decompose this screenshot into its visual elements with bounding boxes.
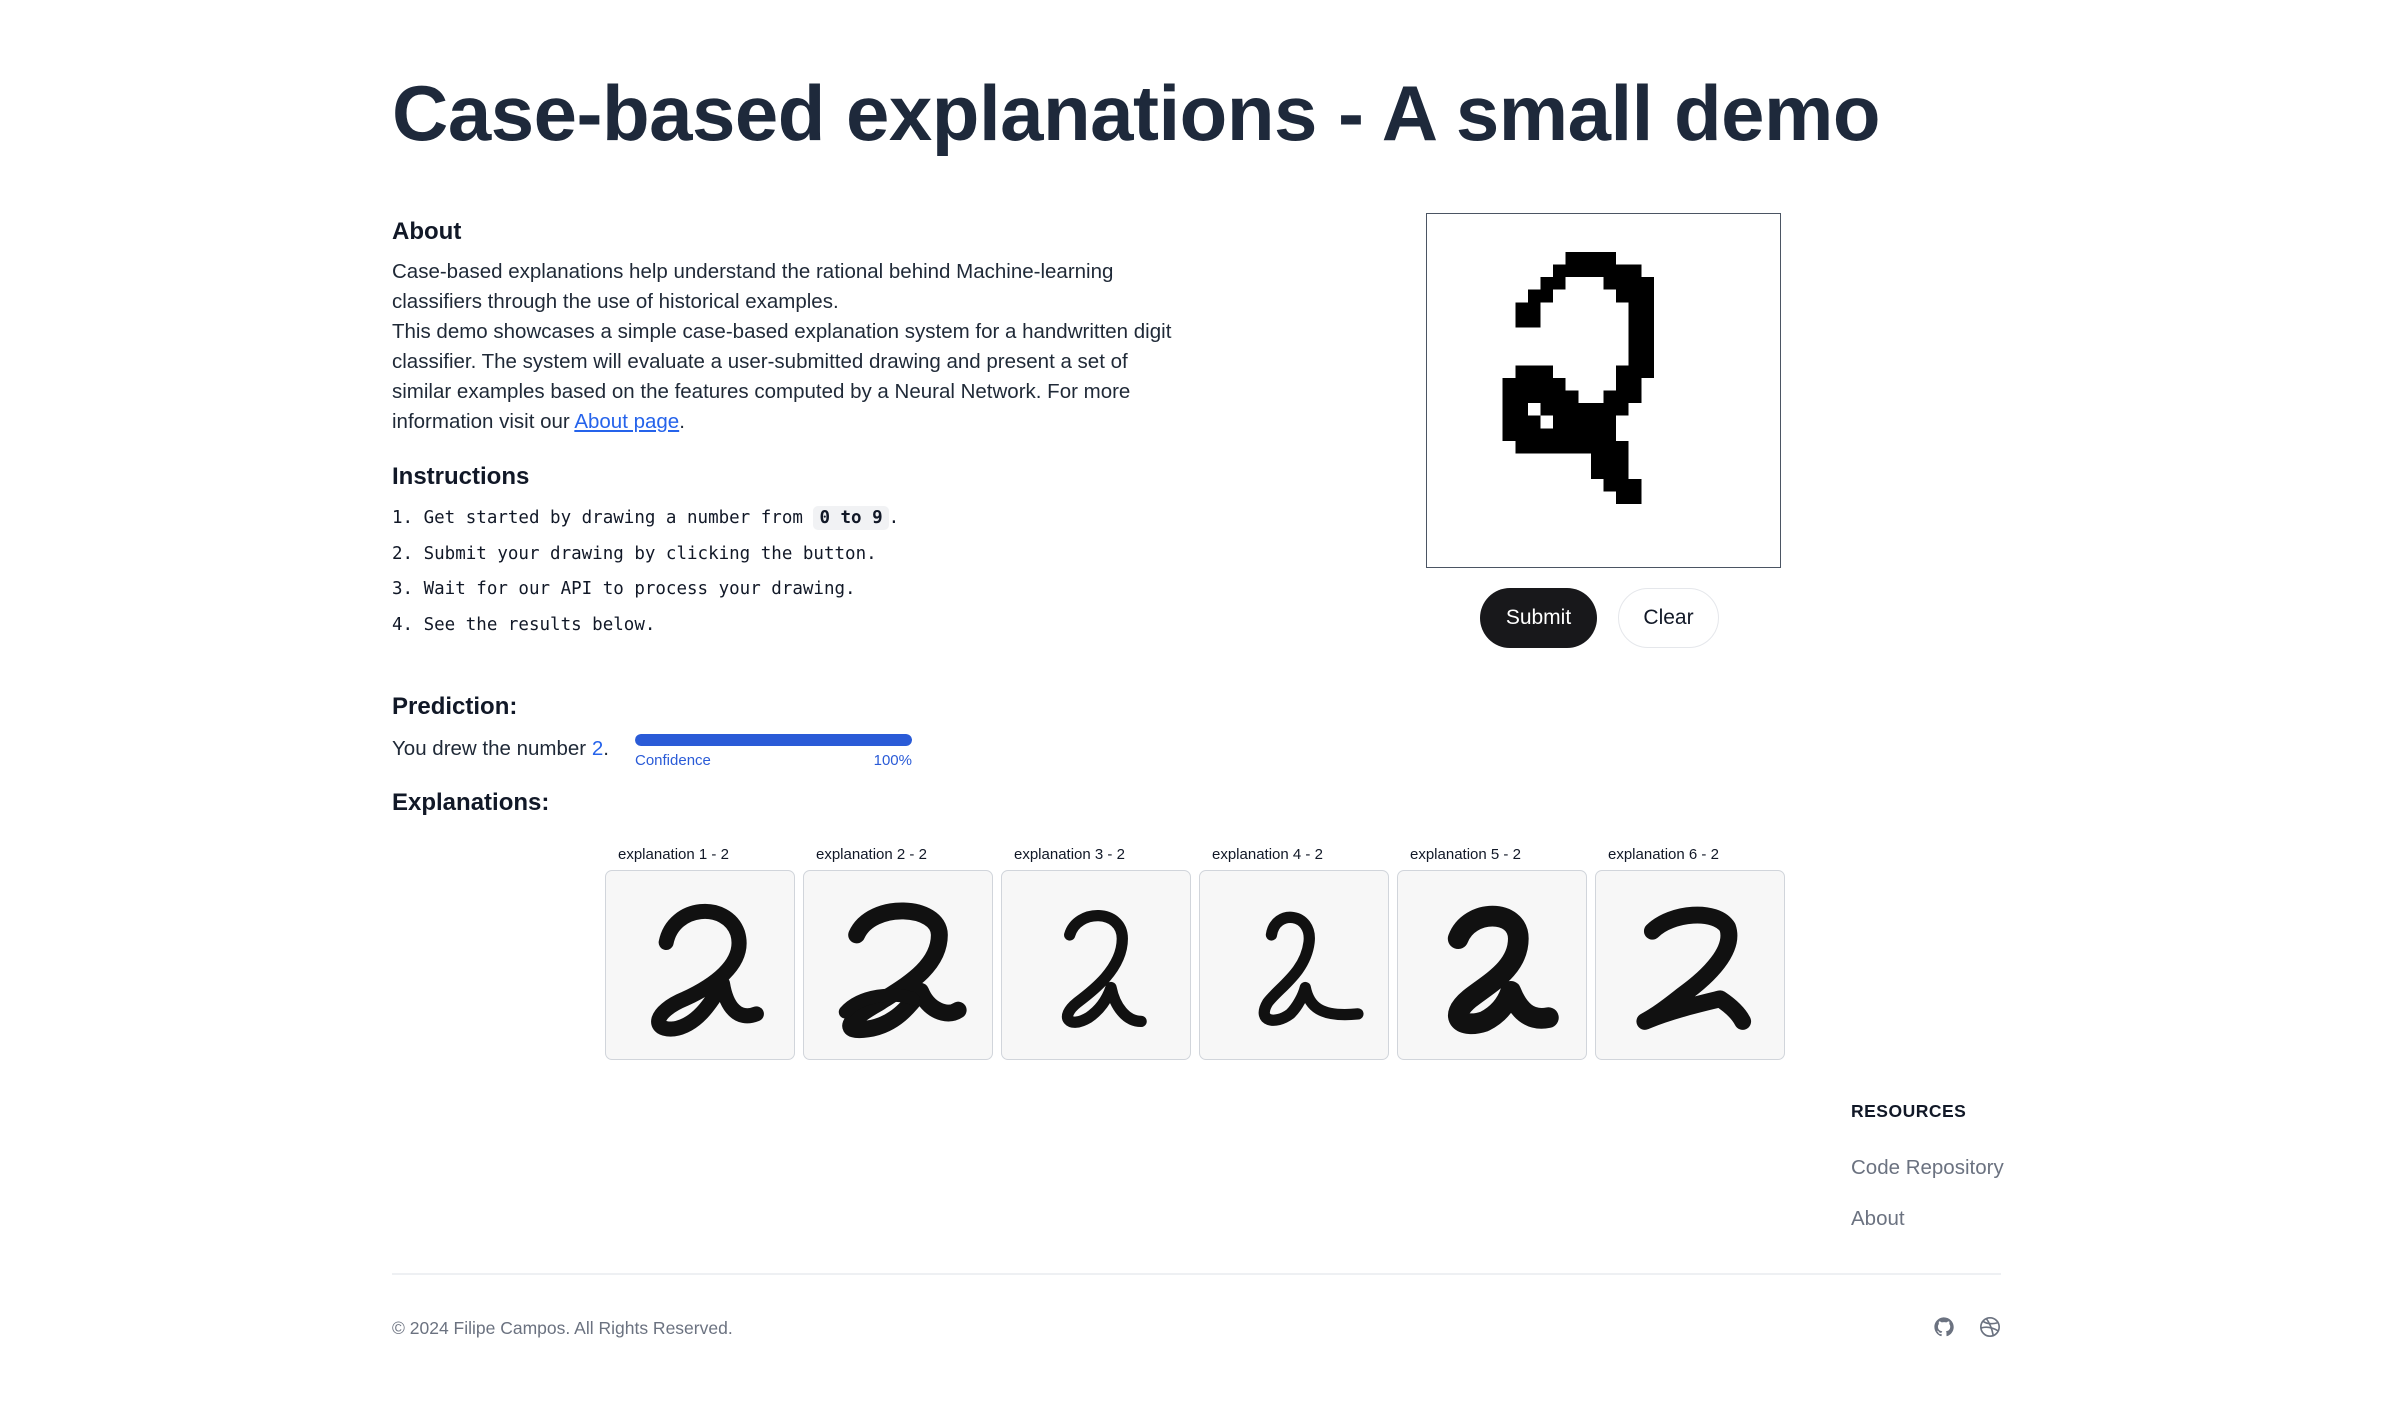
- prediction-text-prefix: You drew the number: [392, 737, 592, 760]
- explanation-label: explanation 3 - 2: [1014, 846, 1125, 863]
- instruction-step-1-text: 1. Get started by drawing a number from: [392, 508, 814, 528]
- about-page-link[interactable]: About page: [574, 410, 679, 433]
- explanation-image: [803, 870, 993, 1060]
- instruction-step-4: 4. See the results below.: [392, 614, 656, 635]
- prediction-heading: Prediction:: [392, 693, 518, 720]
- about-link[interactable]: About: [1851, 1207, 1905, 1231]
- instruction-step-2: 2. Submit your drawing by clicking the b…: [392, 543, 877, 564]
- explanation-image: [1001, 870, 1191, 1060]
- explanation-card-3: explanation 3 - 2: [1001, 845, 1191, 1060]
- explanation-card-5: explanation 5 - 2: [1397, 845, 1587, 1060]
- about-description: Case-based explanations help understand …: [392, 257, 1192, 437]
- explanation-label: explanation 1 - 2: [618, 846, 729, 863]
- instructions-heading: Instructions: [392, 463, 530, 490]
- explanation-card-4: explanation 4 - 2: [1199, 845, 1389, 1060]
- about-heading: About: [392, 218, 462, 245]
- clear-button[interactable]: Clear: [1618, 588, 1719, 648]
- copyright-text: © 2024 Filipe Campos. All Rights Reserve…: [392, 1318, 733, 1338]
- explanation-label: explanation 6 - 2: [1608, 846, 1719, 863]
- confidence-bar-fill: [635, 734, 912, 746]
- about-paragraph-2-end: .: [679, 410, 685, 433]
- explanation-label: explanation 4 - 2: [1212, 846, 1323, 863]
- explanation-label: explanation 2 - 2: [816, 846, 927, 863]
- explanation-label: explanation 5 - 2: [1410, 846, 1521, 863]
- instructions-list: 1. Get started by drawing a number from …: [392, 504, 899, 646]
- github-icon[interactable]: [1933, 1316, 1955, 1338]
- confidence-label: Confidence: [635, 752, 711, 769]
- page-title: Case-based explanations - A small demo: [392, 69, 1881, 157]
- explanation-card-6: explanation 6 - 2: [1595, 845, 1785, 1060]
- instruction-step-1-end: .: [888, 508, 900, 528]
- explanation-card-1: explanation 1 - 2: [605, 845, 795, 1060]
- explanations-heading: Explanations:: [392, 789, 550, 816]
- dribbble-icon[interactable]: [1979, 1316, 2001, 1338]
- submit-button[interactable]: Submit: [1480, 588, 1597, 648]
- predicted-number: 2: [591, 737, 604, 760]
- drawing-canvas[interactable]: [1426, 213, 1781, 568]
- drawn-digit-pixels: [1502, 251, 1654, 504]
- footer-divider: [392, 1273, 2001, 1275]
- explanation-image: [1397, 870, 1587, 1060]
- explanation-image: [1199, 870, 1389, 1060]
- confidence-percent: 100%: [873, 752, 912, 769]
- explanation-image: [1595, 870, 1785, 1060]
- confidence-bar: [635, 734, 912, 746]
- instruction-step-1: 1. Get started by drawing a number from …: [392, 504, 899, 540]
- explanation-card-2: explanation 2 - 2: [803, 845, 993, 1060]
- prediction-text-suffix: .: [603, 737, 609, 760]
- code-repository-link[interactable]: Code Repository: [1851, 1156, 2004, 1180]
- about-paragraph-2: This demo showcases a simple case-based …: [392, 320, 1172, 433]
- prediction-text: You drew the number 2.: [392, 737, 609, 761]
- instruction-step-3: 3. Wait for our API to process your draw…: [392, 579, 856, 599]
- explanation-image: [605, 870, 795, 1060]
- resources-heading: RESOURCES: [1851, 1101, 1967, 1121]
- about-paragraph-1: Case-based explanations help understand …: [392, 260, 1114, 313]
- digit-range-code: 0 to 9: [813, 506, 889, 530]
